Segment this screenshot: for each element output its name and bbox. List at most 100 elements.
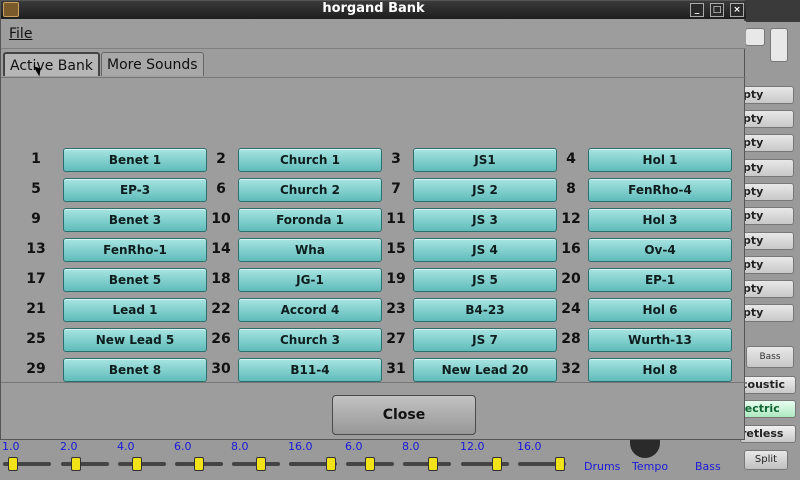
bank-button[interactable]: Foronda 1	[238, 208, 382, 232]
background-knobs: Drums Tempo Bass	[580, 436, 740, 480]
slot-number: 21	[26, 301, 46, 317]
drawbar-handle[interactable]	[8, 457, 18, 471]
bank-button[interactable]: EP-1	[588, 268, 732, 292]
background-scroll-button	[770, 28, 788, 62]
drawbar-handle[interactable]	[256, 457, 266, 471]
background-bank-button[interactable]: pty	[740, 159, 794, 177]
bank-button[interactable]: JS 4	[413, 238, 557, 262]
background-fretless-button[interactable]: retless	[740, 425, 796, 443]
drawbar-label: 1.0	[2, 440, 20, 453]
bank-button[interactable]: JS1	[413, 148, 557, 172]
tab-active-bank[interactable]: Active Bank	[3, 52, 100, 76]
bank-button[interactable]: Accord 4	[238, 298, 382, 322]
drawbar-label: 2.0	[60, 440, 78, 453]
bank-button[interactable]: JS 3	[413, 208, 557, 232]
bank-button[interactable]: Benet 3	[63, 208, 207, 232]
bank-button[interactable]: JS 5	[413, 268, 557, 292]
slot-number: 14	[211, 241, 231, 257]
bank-button[interactable]: Church 1	[238, 148, 382, 172]
background-acoustic-button[interactable]: coustic	[740, 376, 796, 394]
bank-button[interactable]: Benet 5	[63, 268, 207, 292]
bank-button[interactable]: Lead 1	[63, 298, 207, 322]
slot-number: 22	[211, 301, 231, 317]
drawbar-handle[interactable]	[326, 457, 336, 471]
drawbar-handle[interactable]	[71, 457, 81, 471]
drawbar-label: 4.0	[117, 440, 135, 453]
drawbar[interactable]: 2.0	[58, 440, 112, 480]
slot-number: 17	[26, 271, 46, 287]
slot-number: 15	[386, 241, 406, 257]
drawbar-handle[interactable]	[194, 457, 204, 471]
bank-button[interactable]: FenRho-1	[63, 238, 207, 262]
bank-button[interactable]: Hol 8	[588, 358, 732, 382]
slot-number: 30	[211, 361, 231, 377]
drawbar-handle[interactable]	[492, 457, 502, 471]
drawbar[interactable]: 4.0	[115, 440, 169, 480]
background-bank-button[interactable]: pty	[740, 207, 794, 225]
drawbar[interactable]: 1.0	[0, 440, 54, 480]
window-titlebar[interactable]: horgand Bank _ □ ×	[1, 1, 746, 19]
bank-button[interactable]: FenRho-4	[588, 178, 732, 202]
drawbar[interactable]: 6.0	[343, 440, 397, 480]
maximize-icon[interactable]: □	[710, 3, 724, 17]
bank-slot: 29 Benet 8	[23, 358, 207, 384]
bank-button[interactable]: Hol 3	[588, 208, 732, 232]
close-button[interactable]: Close	[332, 395, 476, 435]
drawbar-handle[interactable]	[132, 457, 142, 471]
drawbar[interactable]: 16.0	[286, 440, 340, 480]
bank-button[interactable]: Hol 1	[588, 148, 732, 172]
drawbar[interactable]: 12.0	[458, 440, 512, 480]
drawbar-handle[interactable]	[365, 457, 375, 471]
bank-button[interactable]: B11-4	[238, 358, 382, 382]
window-title: horgand Bank	[322, 1, 425, 16]
close-icon[interactable]: ×	[730, 3, 744, 17]
slot-number: 24	[561, 301, 581, 317]
slot-number: 16	[561, 241, 581, 257]
background-electric-button[interactable]: lectric	[740, 400, 796, 418]
bass-label: Bass	[695, 460, 721, 473]
background-bank-button[interactable]: pty	[740, 256, 794, 274]
bank-slot: 30 B11-4	[208, 358, 382, 384]
background-bank-button[interactable]: pty	[740, 86, 794, 104]
bank-button[interactable]: Wha	[238, 238, 382, 262]
tab-more-sounds[interactable]: More Sounds	[101, 52, 204, 76]
background-split-button[interactable]: Split	[744, 450, 788, 470]
drawbar-handle[interactable]	[555, 457, 565, 471]
background-bank-button[interactable]: pty	[740, 280, 794, 298]
bank-button[interactable]: Wurth-13	[588, 328, 732, 352]
background-bank-button[interactable]: pty	[740, 304, 794, 322]
bank-button[interactable]: Ov-4	[588, 238, 732, 262]
drawbar[interactable]: 8.0	[229, 440, 283, 480]
bank-slot: 21 Lead 1	[23, 298, 207, 324]
menu-file[interactable]: File	[9, 26, 32, 42]
slot-number: 18	[211, 271, 231, 287]
menubar: File	[1, 21, 746, 49]
bank-button[interactable]: Benet 1	[63, 148, 207, 172]
bank-button[interactable]: JS 2	[413, 178, 557, 202]
background-bank-button[interactable]: pty	[740, 134, 794, 152]
bank-button[interactable]: New Lead 5	[63, 328, 207, 352]
background-bank-button[interactable]: pty	[740, 110, 794, 128]
background-bass-button[interactable]: Bass	[746, 346, 794, 368]
bank-grid: 1 Benet 1 2 Church 1 3 JS1 4 Hol 1 5 EP-3 6 Ch…	[1, 77, 746, 383]
bank-slot: 28 Wurth-13	[558, 328, 732, 354]
bank-button[interactable]: JG-1	[238, 268, 382, 292]
slot-number: 13	[26, 241, 46, 257]
bank-button[interactable]: Church 2	[238, 178, 382, 202]
minimize-icon[interactable]: _	[690, 3, 704, 17]
slot-number: 4	[566, 151, 576, 167]
bank-button[interactable]: JS 7	[413, 328, 557, 352]
background-bank-button[interactable]: pty	[740, 232, 794, 250]
drawbar[interactable]: 8.0	[400, 440, 454, 480]
background-bank-button[interactable]: pty	[740, 183, 794, 201]
drawbar[interactable]: 16.0	[515, 440, 569, 480]
bank-button[interactable]: EP-3	[63, 178, 207, 202]
drawbar[interactable]: 6.0	[172, 440, 226, 480]
drawbar-handle[interactable]	[428, 457, 438, 471]
bank-slot: 12 Hol 3	[558, 208, 732, 234]
bank-button[interactable]: B4-23	[413, 298, 557, 322]
bank-button[interactable]: Church 3	[238, 328, 382, 352]
bank-button[interactable]: New Lead 20	[413, 358, 557, 382]
bank-button[interactable]: Hol 6	[588, 298, 732, 322]
bank-button[interactable]: Benet 8	[63, 358, 207, 382]
